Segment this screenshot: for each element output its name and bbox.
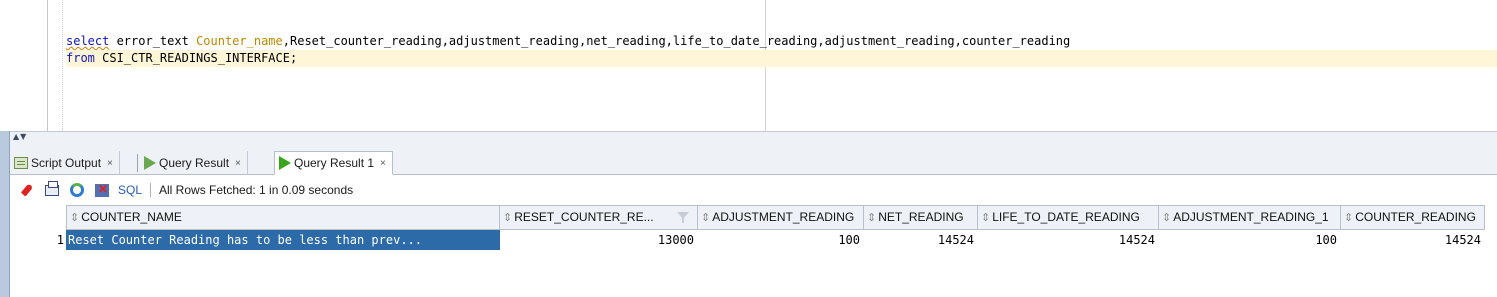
table-cell-adjustment-reading[interactable]: 100 [698,230,864,250]
result-tabbar: Script Output × Query Result × Query Res… [10,147,1497,175]
close-icon[interactable]: × [107,158,113,169]
sort-icon: ⇕ [701,212,711,224]
tab-label: Script Output [31,156,102,170]
grid-header-row: ⇕ COUNTER_NAME ⇕ RESET_COUNTER_RE... ⇕ ADJU… [10,205,1497,230]
sql-button[interactable]: SQL [118,183,142,197]
tab-query-result-1[interactable]: Query Result 1 × [274,151,393,175]
fold-guide [62,0,63,131]
table-cell-life-to-date-reading[interactable]: 14524 [978,230,1159,250]
tab-script-output[interactable]: Script Output × [10,151,120,175]
print-button[interactable] [43,180,61,199]
column-header-adjustment-reading-1[interactable]: ⇕ ADJUSTMENT_READING_1 [1159,205,1341,230]
sort-icon: ⇕ [70,212,80,224]
code-line-select[interactable]: select error_text Counter_name,Reset_cou… [66,33,1070,50]
column-header-counter-reading[interactable]: ⇕ COUNTER_READING [1341,205,1485,230]
column-header-life-to-date-reading[interactable]: ⇕ LIFE_TO_DATE_READING [978,205,1159,230]
refresh-icon [70,183,84,197]
code-text: ,Reset_counter_reading,adjustment_readin… [282,34,1071,48]
freeze-pin-button[interactable] [18,181,36,199]
table-cell-counter-reading[interactable]: 14524 [1341,230,1485,250]
table-cell-reset-counter-reading[interactable]: 13000 [500,230,698,250]
keyword-from: from [66,51,95,65]
tab-label: Query Result 1 [294,156,375,170]
script-output-icon [14,157,28,169]
filter-icon[interactable] [676,211,690,225]
column-header-counter-name[interactable]: ⇕ COUNTER_NAME [66,205,500,230]
play-icon [144,156,156,170]
cancel-icon [95,182,109,197]
cancel-button[interactable] [93,181,111,199]
panel-splitter[interactable]: ▲▼ [10,131,1497,147]
column-header-reset-counter-reading[interactable]: ⇕ RESET_COUNTER_RE... [500,205,698,230]
table-cell-counter-name[interactable]: Reset Counter Reading has to be less tha… [66,230,500,250]
tab-query-result[interactable]: Query Result × [140,151,248,175]
pin-icon [20,183,34,197]
sort-icon: ⇕ [867,212,877,224]
code-line-from[interactable]: from CSI_CTR_READINGS_INTERFACE; [66,50,1497,67]
collapse-expand-arrows-icon[interactable]: ▲▼ [13,133,27,141]
editor-gutter [10,0,48,131]
tab-label: Query Result [159,156,230,170]
sql-editor[interactable]: select error_text Counter_name,Reset_cou… [0,0,1497,131]
close-icon[interactable]: × [235,158,241,169]
play-icon [279,156,291,170]
table-cell-net-reading[interactable]: 14524 [864,230,978,250]
keyword-select: select [66,34,110,48]
highlighted-identifier: Counter_name [196,34,283,48]
toolbar-divider [150,183,152,197]
table-cell-adjustment-reading-1[interactable]: 100 [1159,230,1341,250]
sort-icon: ⇕ [981,212,991,224]
print-icon [45,180,59,196]
refresh-button[interactable] [68,181,86,199]
code-text: CSI_CTR_READINGS_INTERFACE; [94,51,298,65]
tab-divider [137,154,138,172]
sort-icon: ⇕ [1162,212,1172,224]
fetch-status-text: All Rows Fetched: 1 in 0.09 seconds [159,183,354,197]
close-icon[interactable]: × [380,158,386,169]
sort-icon: ⇕ [1344,212,1354,224]
row-number: 1 [56,233,64,247]
table-row[interactable]: 1 Reset Counter Reading has to be less t… [10,230,1497,250]
code-text: error_text [109,34,197,48]
column-header-net-reading[interactable]: ⇕ NET_READING [864,205,978,230]
result-toolbar: SQL All Rows Fetched: 1 in 0.09 seconds [10,176,1497,204]
sort-icon: ⇕ [503,212,513,224]
column-header-adjustment-reading[interactable]: ⇕ ADJUSTMENT_READING [698,205,864,230]
